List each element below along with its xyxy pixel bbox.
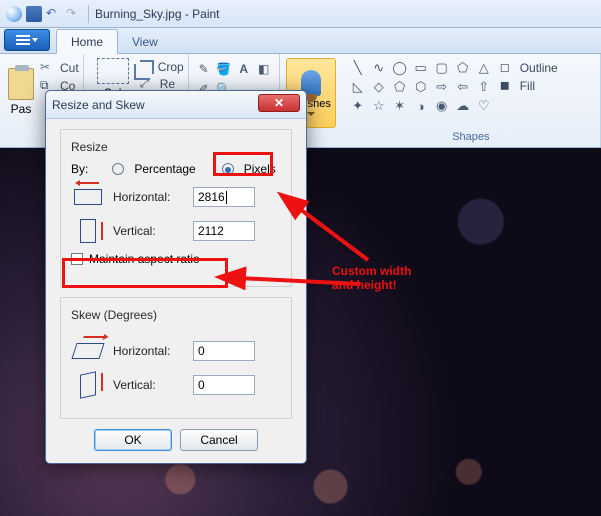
resize-vertical-input[interactable]: 2112 bbox=[193, 221, 255, 241]
shape-arrowu-icon[interactable]: ⇧ bbox=[474, 78, 494, 96]
shape-rect-icon[interactable]: ▭ bbox=[411, 59, 431, 77]
dialog-title: Resize and Skew bbox=[52, 98, 258, 112]
fill-icon[interactable]: 🪣 bbox=[215, 60, 233, 78]
vertical-skew-icon bbox=[71, 372, 105, 398]
maintain-aspect-checkbox[interactable] bbox=[71, 253, 83, 265]
outline-button[interactable]: ◻Outline bbox=[500, 60, 558, 76]
outline-icon: ◻ bbox=[500, 60, 516, 76]
shape-arrowr-icon[interactable]: ⇨ bbox=[432, 78, 452, 96]
ok-button[interactable]: OK bbox=[94, 429, 172, 451]
window-titlebar: ↶ ↷ Burning_Sky.jpg - Paint bbox=[0, 0, 601, 28]
shape-line-icon[interactable]: ╲ bbox=[348, 59, 368, 77]
quick-access-toolbar: ↶ ↷ bbox=[26, 6, 82, 22]
shapes-gallery[interactable]: ╲ ∿ ◯ ▭ ▢ ⬠ △ ◺ ◇ ⬠ ⬡ ⇨ ⇦ ⇧ ✦ ☆ ✶ ◑ ◉ ☁ bbox=[346, 56, 496, 118]
cancel-button[interactable]: Cancel bbox=[180, 429, 258, 451]
file-menu-button[interactable] bbox=[4, 29, 50, 51]
shape-rtriangle-icon[interactable]: ◺ bbox=[348, 78, 368, 96]
vertical-label: Vertical: bbox=[113, 224, 185, 238]
resize-skew-dialog: Resize and Skew ✕ Resize By: Percentage … bbox=[45, 90, 307, 464]
horizontal-skew-icon bbox=[71, 338, 105, 364]
shape-hexagon-icon[interactable]: ⬡ bbox=[411, 78, 431, 96]
clipboard-icon bbox=[8, 68, 34, 100]
percentage-label: Percentage bbox=[134, 162, 195, 176]
fill-bucket-icon: ◼ bbox=[500, 78, 516, 94]
ribbon-tabs: Home View bbox=[0, 28, 601, 54]
shape-pentagon-icon[interactable]: ⬠ bbox=[390, 78, 410, 96]
annotation-text: Custom width and height! bbox=[332, 265, 411, 293]
pencil-icon[interactable]: ✎ bbox=[195, 60, 213, 78]
dialog-titlebar[interactable]: Resize and Skew ✕ bbox=[46, 91, 306, 119]
window-title: Burning_Sky.jpg - Paint bbox=[95, 7, 220, 21]
text-caret bbox=[226, 191, 227, 204]
cut-button[interactable]: ✂Cut bbox=[40, 60, 79, 76]
skew-horizontal-input[interactable]: 0 bbox=[193, 341, 255, 361]
shape-star4-icon[interactable]: ✦ bbox=[348, 97, 368, 115]
close-icon: ✕ bbox=[274, 96, 284, 110]
crop-icon bbox=[140, 60, 154, 74]
text-icon[interactable]: A bbox=[235, 60, 253, 78]
shape-roundrect-icon[interactable]: ▢ bbox=[432, 59, 452, 77]
shape-curve-icon[interactable]: ∿ bbox=[369, 59, 389, 77]
shape-callout-cloud-icon[interactable]: ☁ bbox=[453, 97, 473, 115]
scissors-icon: ✂ bbox=[40, 60, 56, 76]
chevron-down-icon bbox=[32, 38, 38, 42]
eraser-icon[interactable]: ◧ bbox=[255, 60, 273, 78]
horizontal-label: Horizontal: bbox=[113, 190, 185, 204]
maintain-aspect-label: Maintain aspect ratio bbox=[89, 252, 200, 266]
crop-button[interactable]: Crop bbox=[140, 60, 184, 74]
skew-group: Skew (Degrees) Horizontal: 0 Vertical: 0 bbox=[60, 297, 292, 419]
ribbon-group-shapes: ╲ ∿ ◯ ▭ ▢ ⬠ △ ◺ ◇ ⬠ ⬡ ⇨ ⇦ ⇧ ✦ ☆ ✶ ◑ ◉ ☁ bbox=[342, 54, 601, 147]
redo-icon[interactable]: ↷ bbox=[66, 6, 82, 22]
close-button[interactable]: ✕ bbox=[258, 94, 300, 112]
skew-vertical-input[interactable]: 0 bbox=[193, 375, 255, 395]
app-icon bbox=[6, 6, 22, 22]
tab-view[interactable]: View bbox=[118, 30, 172, 53]
resize-legend: Resize bbox=[67, 140, 112, 154]
pixels-label: Pixels bbox=[244, 162, 276, 176]
resize-group: Resize By: Percentage Pixels Horizontal:… bbox=[60, 129, 292, 287]
skew-horizontal-label: Horizontal: bbox=[113, 344, 185, 358]
shape-callout-oval-icon[interactable]: ◉ bbox=[432, 97, 452, 115]
shape-arrowl-icon[interactable]: ⇦ bbox=[453, 78, 473, 96]
tab-home[interactable]: Home bbox=[56, 29, 118, 54]
shape-callout-round-icon[interactable]: ◑ bbox=[411, 97, 431, 115]
shape-star5-icon[interactable]: ☆ bbox=[369, 97, 389, 115]
ribbon-group-label: Shapes bbox=[346, 129, 596, 145]
shape-heart-icon[interactable]: ♡ bbox=[474, 97, 494, 115]
percentage-radio[interactable] bbox=[112, 163, 124, 175]
undo-icon[interactable]: ↶ bbox=[46, 6, 62, 22]
paste-label: Pas bbox=[11, 102, 32, 116]
shape-oval-icon[interactable]: ◯ bbox=[390, 59, 410, 77]
skew-vertical-label: Vertical: bbox=[113, 378, 185, 392]
horizontal-resize-icon bbox=[71, 184, 105, 210]
pixels-radio[interactable] bbox=[222, 163, 234, 175]
shape-polygon-icon[interactable]: ⬠ bbox=[453, 59, 473, 77]
select-icon bbox=[97, 58, 129, 84]
fill-button[interactable]: ◼Fill bbox=[500, 78, 558, 94]
shape-triangle-icon[interactable]: △ bbox=[474, 59, 494, 77]
skew-legend: Skew (Degrees) bbox=[67, 308, 161, 322]
shape-diamond-icon[interactable]: ◇ bbox=[369, 78, 389, 96]
shape-star6-icon[interactable]: ✶ bbox=[390, 97, 410, 115]
save-icon[interactable] bbox=[26, 6, 42, 22]
by-label: By: bbox=[71, 162, 88, 176]
chevron-down-icon bbox=[307, 112, 315, 116]
resize-horizontal-input[interactable]: 2816 bbox=[193, 187, 255, 207]
vertical-resize-icon bbox=[71, 218, 105, 244]
paste-button[interactable]: Pas bbox=[4, 56, 38, 116]
